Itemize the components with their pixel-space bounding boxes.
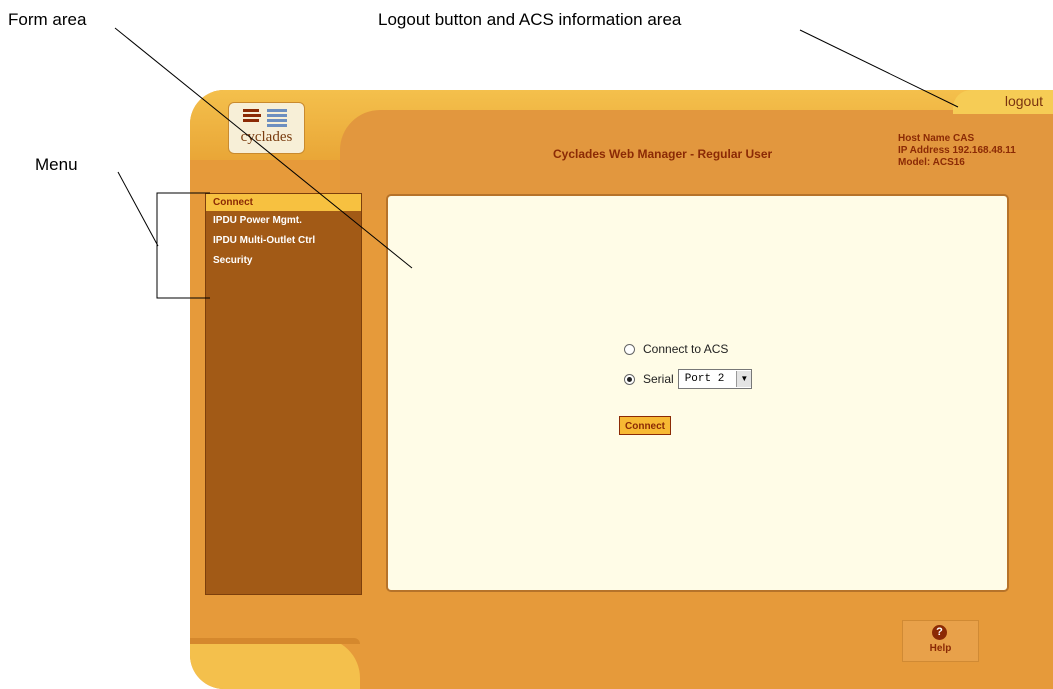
radio-serial[interactable] xyxy=(624,373,635,385)
cyclades-logo: cyclades xyxy=(228,102,305,154)
radio-connect-acs[interactable] xyxy=(624,343,635,355)
annotation-logout-area: Logout button and ACS information area xyxy=(378,10,682,29)
web-manager-frame: cyclades logout Cyclades Web Manager - R… xyxy=(190,90,1053,689)
app-title: Cyclades Web Manager - Regular User xyxy=(553,147,773,161)
annotation-form-area: Form area xyxy=(8,10,87,29)
logout-tab: logout xyxy=(953,90,1053,114)
callout-line-menu xyxy=(117,171,159,247)
dropdown-arrow-icon[interactable]: ▼ xyxy=(736,371,752,387)
label-serial: Serial xyxy=(643,372,674,386)
option-connect-acs[interactable]: Connect to ACS xyxy=(624,342,728,356)
logout-link[interactable]: logout xyxy=(1005,93,1043,109)
help-icon: ? xyxy=(932,625,947,640)
ip-address: IP Address 192.168.48.11 xyxy=(898,145,1016,156)
menu-item-connect[interactable]: Connect xyxy=(206,194,361,211)
logo-mark-icon xyxy=(243,109,289,131)
menu-sidebar: Connect IPDU Power Mgmt. IPDU Multi-Outl… xyxy=(205,193,362,595)
connect-button[interactable]: Connect xyxy=(619,416,671,435)
help-label: Help xyxy=(929,643,952,654)
annotation-menu: Menu xyxy=(35,155,78,174)
menu-item-ipdu-power-mgmt[interactable]: IPDU Power Mgmt. xyxy=(206,211,361,231)
menu-item-security[interactable]: Security xyxy=(206,251,361,271)
bottom-left-decoration xyxy=(190,638,360,689)
port-select[interactable]: Port 2 ▼ xyxy=(677,369,753,389)
help-button[interactable]: ? Help xyxy=(902,620,979,662)
option-serial[interactable]: Serial Port 2 ▼ xyxy=(624,369,753,389)
model: Model: ACS16 xyxy=(898,157,965,168)
logo-text: cyclades xyxy=(240,129,293,145)
menu-item-ipdu-multi-outlet[interactable]: IPDU Multi-Outlet Ctrl xyxy=(206,231,361,251)
label-connect-acs: Connect to ACS xyxy=(643,342,729,356)
bottom-left-edge xyxy=(190,638,360,644)
acs-info: Host Name CAS IP Address 192.168.48.11 M… xyxy=(898,133,1016,169)
form-area: Connect to ACS Serial Port 2 ▼ Connect xyxy=(386,194,1009,592)
port-select-value: Port 2 xyxy=(684,373,725,385)
host-name: Host Name CAS xyxy=(898,133,975,144)
